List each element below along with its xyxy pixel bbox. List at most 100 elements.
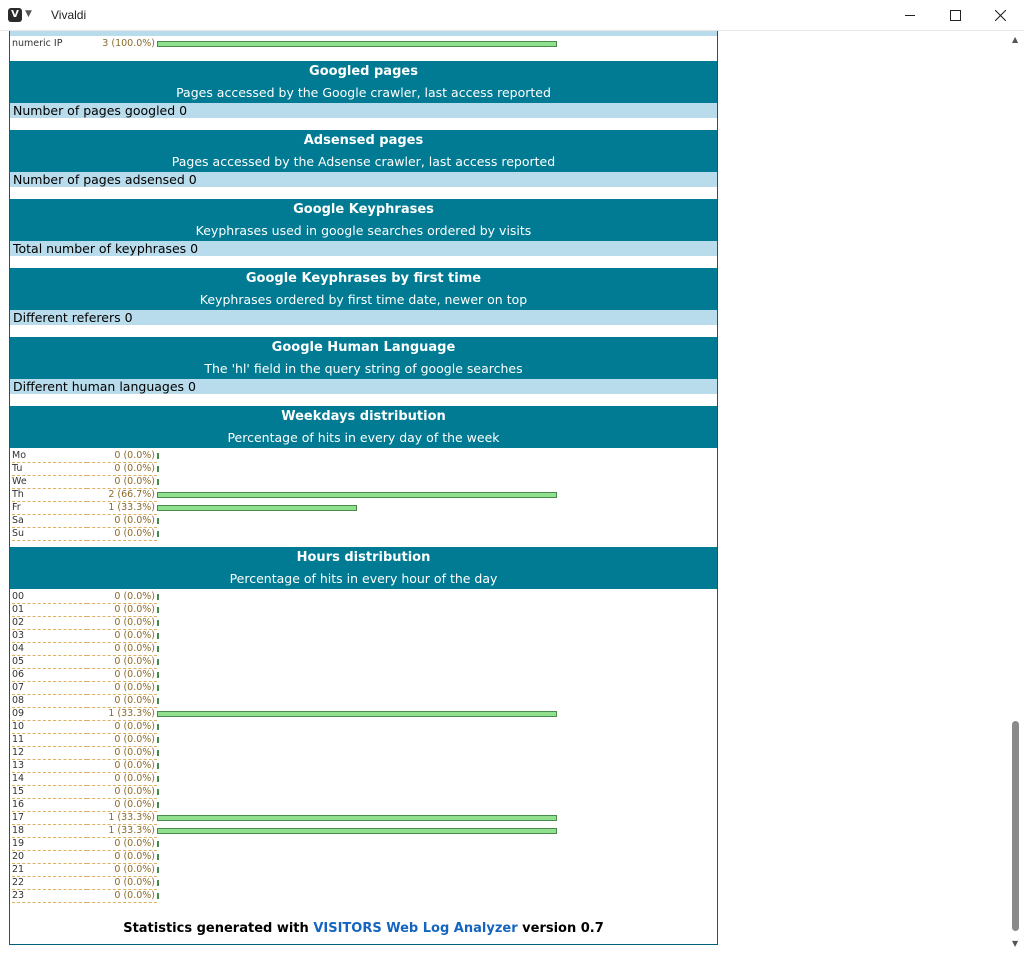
row-bar <box>157 763 159 769</box>
section-info: Different referers 0 <box>10 310 717 325</box>
section-header: Google Human Language The 'hl' field in t… <box>10 337 717 379</box>
row-value: 0 (0.0%) <box>87 604 157 617</box>
bar-row: 01 0 (0.0%) <box>10 604 717 617</box>
bar-row: 17 1 (33.3%) <box>10 812 717 825</box>
bar-row: 19 0 (0.0%) <box>10 838 717 851</box>
row-bar <box>157 685 159 691</box>
maximize-button[interactable] <box>932 0 978 31</box>
sections: Googled pages Pages accessed by the Googl… <box>10 61 717 406</box>
row-label: Sa <box>12 515 87 528</box>
row-bar <box>157 505 357 511</box>
row-value: 0 (0.0%) <box>87 786 157 799</box>
row-bar <box>157 724 159 730</box>
row-bar <box>157 466 159 472</box>
bar-row: We 0 (0.0%) <box>10 476 717 489</box>
row-label: 04 <box>12 643 87 656</box>
row-value: 1 (33.3%) <box>87 502 157 515</box>
row-value: 0 (0.0%) <box>87 463 157 476</box>
row-bar <box>157 492 557 498</box>
row-label: Tu <box>12 463 87 476</box>
row-label: Su <box>12 528 87 541</box>
bar-row: numeric IP 3 (100.0%) <box>10 38 717 51</box>
row-label: 20 <box>12 851 87 864</box>
bar-row: Tu 0 (0.0%) <box>10 463 717 476</box>
section-title: Google Keyphrases <box>293 202 434 217</box>
bar-row: 03 0 (0.0%) <box>10 630 717 643</box>
minimize-button[interactable] <box>887 0 933 31</box>
section-title: Googled pages <box>309 64 418 79</box>
row-bar <box>157 646 159 652</box>
section-info: Total number of keyphrases 0 <box>10 241 717 256</box>
section-info: Different human languages 0 <box>10 379 717 394</box>
bar-row: 10 0 (0.0%) <box>10 721 717 734</box>
bar-row: Fr 1 (33.3%) <box>10 502 717 515</box>
spacer <box>10 118 717 130</box>
row-bar <box>157 828 557 834</box>
row-value: 0 (0.0%) <box>87 669 157 682</box>
row-bar <box>157 737 159 743</box>
row-value: 0 (0.0%) <box>87 515 157 528</box>
row-value: 0 (0.0%) <box>87 747 157 760</box>
row-bar <box>157 893 159 899</box>
row-label: 21 <box>12 864 87 877</box>
bar-row: 07 0 (0.0%) <box>10 682 717 695</box>
row-label: 23 <box>12 890 87 903</box>
row-value: 0 (0.0%) <box>87 643 157 656</box>
report-content: numeric IP 3 (100.0%) Googled pages Pages… <box>9 31 718 945</box>
scroll-down-icon[interactable]: ▼ <box>1012 939 1018 948</box>
bar-row: 09 1 (33.3%) <box>10 708 717 721</box>
row-bar <box>157 789 159 795</box>
row-bar <box>157 776 159 782</box>
row-value: 0 (0.0%) <box>87 799 157 812</box>
row-label: 09 <box>12 708 87 721</box>
row-value: 0 (0.0%) <box>87 734 157 747</box>
row-value: 0 (0.0%) <box>87 476 157 489</box>
row-value: 0 (0.0%) <box>87 864 157 877</box>
row-label: 14 <box>12 773 87 786</box>
section-info: Number of pages adsensed 0 <box>10 172 717 187</box>
bar-row: 11 0 (0.0%) <box>10 734 717 747</box>
bar-row: 04 0 (0.0%) <box>10 643 717 656</box>
row-value: 0 (0.0%) <box>87 617 157 630</box>
section-title: Google Keyphrases by first time <box>245 271 482 286</box>
visitors-link[interactable]: VISITORS Web Log Analyzer <box>313 921 517 936</box>
row-bar <box>157 594 159 600</box>
section-subtitle: Keyphrases ordered by first time date, n… <box>199 292 528 307</box>
row-label: 17 <box>12 812 87 825</box>
vivaldi-logo-icon[interactable]: V <box>8 8 22 22</box>
partial-info-row <box>10 31 717 36</box>
bar-row: 16 0 (0.0%) <box>10 799 717 812</box>
bar-row: 12 0 (0.0%) <box>10 747 717 760</box>
footer: Statistics generated with VISITORS Web L… <box>10 909 717 936</box>
row-bar <box>157 867 159 873</box>
bar-row: 18 1 (33.3%) <box>10 825 717 838</box>
row-value: 0 (0.0%) <box>87 656 157 669</box>
row-label: 11 <box>12 734 87 747</box>
bar-row: 02 0 (0.0%) <box>10 617 717 630</box>
row-bar <box>157 531 159 537</box>
chevron-down-icon[interactable]: ▼ <box>25 9 32 19</box>
row-label: Th <box>12 489 87 502</box>
close-button[interactable] <box>978 0 1024 31</box>
spacer <box>10 187 717 199</box>
section-title: Adsensed pages <box>303 133 424 148</box>
bar-row: 23 0 (0.0%) <box>10 890 717 903</box>
row-value: 3 (100.0%) <box>102 38 155 49</box>
row-bar <box>157 854 159 860</box>
bar-row: 21 0 (0.0%) <box>10 864 717 877</box>
hours-table: 00 0 (0.0%) 01 0 (0.0%) 02 0 (0.0%) 03 0 (0.0%)… <box>10 589 717 909</box>
row-value: 0 (0.0%) <box>87 682 157 695</box>
row-value: 0 (0.0%) <box>87 630 157 643</box>
section-title: Hours distribution <box>296 550 431 565</box>
row-bar <box>157 518 159 524</box>
row-bar <box>157 453 159 459</box>
row-bar <box>157 479 159 485</box>
scroll-thumb[interactable] <box>1012 721 1019 931</box>
row-label: 03 <box>12 630 87 643</box>
row-bar <box>157 698 159 704</box>
vertical-scrollbar[interactable]: ▲ ▼ <box>1009 31 1024 954</box>
scroll-up-icon[interactable]: ▲ <box>1012 35 1018 44</box>
section-title: Google Human Language <box>271 340 456 355</box>
row-value: 1 (33.3%) <box>87 708 157 721</box>
row-value: 0 (0.0%) <box>87 721 157 734</box>
